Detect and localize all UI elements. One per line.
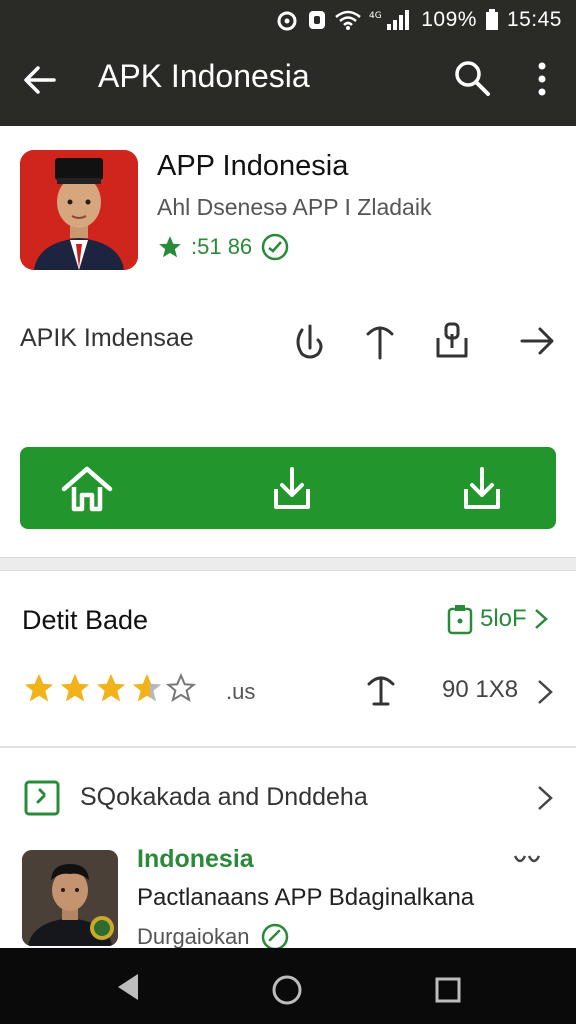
star-full-icon bbox=[24, 673, 54, 702]
arrow-right-icon[interactable] bbox=[518, 320, 558, 362]
divider bbox=[0, 746, 576, 748]
pin-icon bbox=[364, 670, 398, 710]
wifi-icon bbox=[335, 9, 362, 31]
app-icon bbox=[20, 150, 138, 270]
nav-recents-icon[interactable] bbox=[434, 976, 462, 1009]
star-half-icon bbox=[132, 673, 162, 702]
more-vert-icon[interactable] bbox=[528, 58, 556, 100]
nav-bar bbox=[0, 948, 576, 1024]
alarm-icon bbox=[275, 9, 299, 31]
download-icon bbox=[272, 465, 312, 516]
chevron-right-icon[interactable] bbox=[536, 678, 554, 711]
app-name: APP Indonesia bbox=[157, 150, 349, 182]
avatar[interactable] bbox=[22, 850, 118, 946]
app-bar: APK Indonesia bbox=[0, 40, 576, 126]
detail-more-link[interactable]: 5loF bbox=[446, 603, 549, 635]
detail-right-label: 5loF bbox=[480, 605, 527, 632]
rating-value: :51 86 bbox=[191, 234, 253, 259]
download-icon bbox=[462, 465, 502, 516]
overflow-icon[interactable] bbox=[512, 850, 544, 870]
battery-icon bbox=[485, 9, 499, 31]
nfc-icon bbox=[307, 9, 327, 31]
developer-link[interactable]: Ahl Dsenesə APP I Zladaik bbox=[157, 194, 431, 221]
verified-icon bbox=[261, 233, 289, 261]
nav-back-icon[interactable] bbox=[114, 972, 142, 1007]
home-upload-icon bbox=[60, 465, 114, 518]
back-arrow-icon[interactable] bbox=[20, 60, 60, 100]
signal-icon: 4G bbox=[369, 8, 413, 32]
app-subtitle: APIK Imdensae bbox=[20, 324, 194, 352]
section-title[interactable]: SQokakada and Dnddeha bbox=[80, 783, 368, 812]
card-subtitle: Pactlanaans APP Bdaginalkana bbox=[137, 884, 475, 911]
star-rating bbox=[22, 671, 196, 705]
share-icon[interactable] bbox=[290, 320, 330, 362]
detail-title: Detit Bade bbox=[22, 605, 149, 635]
rating-count: .us bbox=[226, 679, 256, 704]
page-title: APK Indonesia bbox=[98, 58, 310, 94]
section-divider bbox=[0, 557, 576, 571]
svg-text:4G: 4G bbox=[369, 11, 382, 21]
chevron-right-icon bbox=[534, 609, 548, 629]
search-icon[interactable] bbox=[452, 58, 492, 98]
card-title[interactable]: Indonesia bbox=[137, 845, 254, 874]
upload-icon[interactable] bbox=[432, 320, 472, 362]
card-meta-text: Durgaiokan bbox=[137, 924, 250, 949]
battery-percent: 109% bbox=[421, 8, 477, 31]
app-section-icon bbox=[24, 780, 60, 816]
rating-row: :51 86 bbox=[157, 232, 290, 262]
status-bar: 4G 109% 15:45 bbox=[0, 0, 576, 40]
star-full-icon bbox=[60, 673, 90, 702]
install-button[interactable] bbox=[20, 447, 556, 529]
size-label: 90 1X8 bbox=[442, 676, 519, 703]
clock: 15:45 bbox=[506, 8, 562, 31]
chevron-right-icon[interactable] bbox=[536, 784, 554, 817]
pin-icon[interactable] bbox=[360, 320, 400, 362]
star-empty-icon bbox=[166, 673, 196, 703]
package-icon bbox=[447, 605, 473, 635]
star-full-icon bbox=[96, 673, 126, 702]
nav-home-icon[interactable] bbox=[271, 974, 303, 1011]
star-icon bbox=[159, 236, 181, 258]
